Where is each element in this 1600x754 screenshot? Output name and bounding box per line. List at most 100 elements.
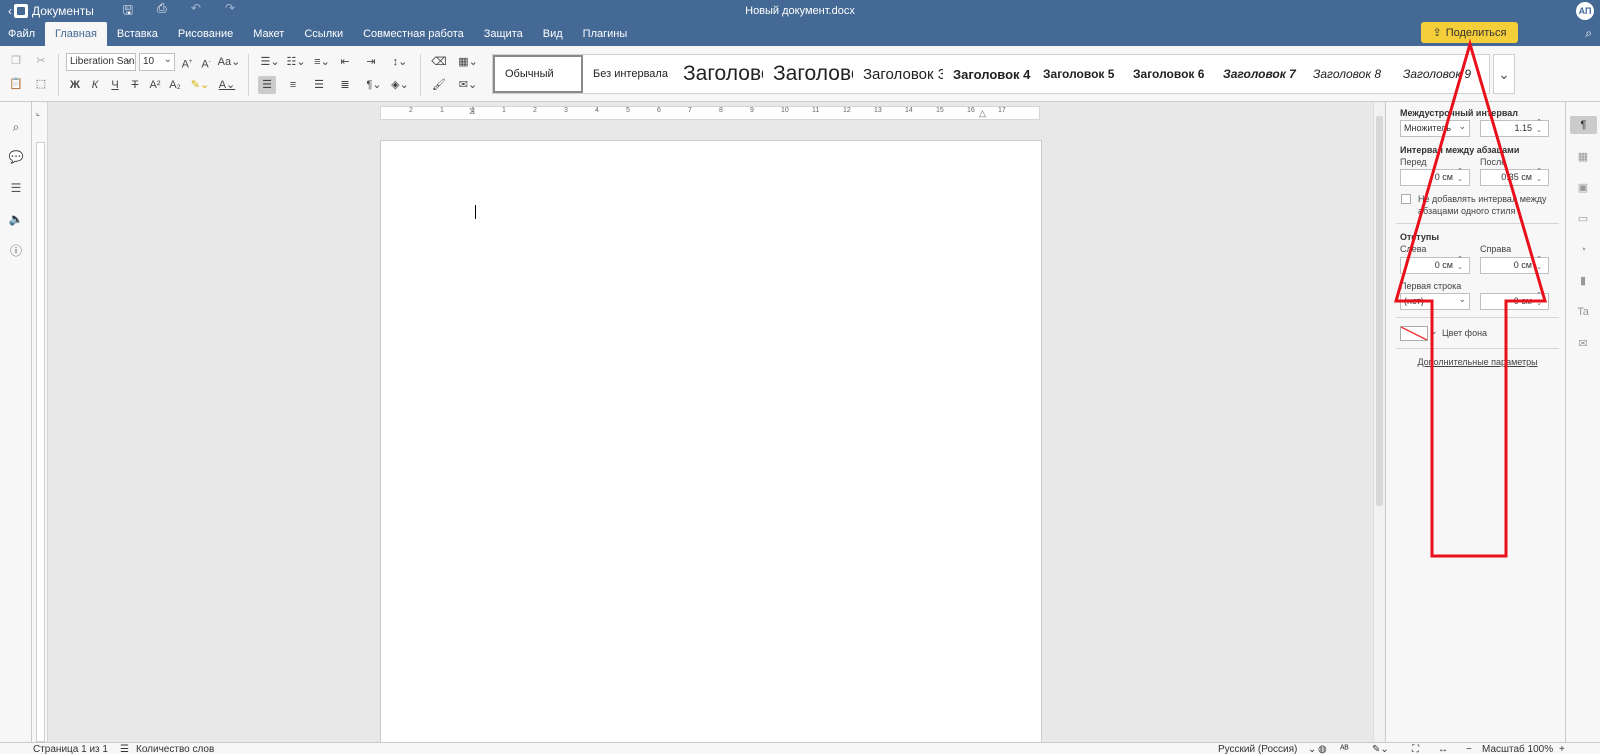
tab-references[interactable]: Ссылки [294, 22, 353, 46]
document-page[interactable] [380, 140, 1042, 742]
style-heading-6[interactable]: Заголовок 6 [1123, 55, 1213, 93]
style-heading-8[interactable]: Заголовок 8 [1303, 55, 1393, 93]
mail-merge-toolbar-icon[interactable]: ✉⌄ [456, 76, 480, 94]
word-count-icon[interactable]: ☰ [120, 744, 129, 754]
copy-icon[interactable]: ❐ [7, 52, 25, 70]
style-heading-4[interactable]: Заголовок 4 [943, 55, 1033, 93]
background-color-swatch[interactable] [1400, 326, 1428, 341]
bold-icon[interactable]: Ж [66, 76, 84, 94]
user-avatar[interactable]: АП [1576, 2, 1594, 20]
bullets-icon[interactable]: ☰⌄ [258, 53, 282, 71]
spacing-before-input[interactable]: 0 см [1400, 167, 1470, 186]
header-footer-icon[interactable]: ▭ [1574, 210, 1592, 228]
line-spacing-mode-select[interactable]: Множитель [1400, 119, 1470, 137]
paragraph-icon[interactable]: ¶ [1570, 116, 1597, 134]
app-brand[interactable]: ‹ Документы [8, 4, 94, 18]
tab-insert[interactable]: Вставка [107, 22, 168, 46]
image-icon[interactable]: ▣ [1574, 179, 1592, 197]
zoom-out-icon[interactable]: − [1466, 744, 1472, 754]
tab-layout[interactable]: Макет [243, 22, 294, 46]
line-spacing-value-input[interactable]: 1.15 [1480, 118, 1549, 137]
style-heading-5[interactable]: Заголовок 5 [1033, 55, 1123, 93]
spellcheck-icon[interactable]: ᴬᴮ [1340, 744, 1349, 754]
align-center-icon[interactable]: ≡ [284, 76, 302, 94]
navigation-icon[interactable]: ☰ [7, 179, 25, 197]
increase-indent-icon[interactable]: ⇥ [362, 53, 380, 71]
share-button[interactable]: ⇪ Поделиться [1421, 22, 1518, 43]
font-name-select[interactable]: Liberation Sans [66, 53, 136, 71]
color-scheme-icon[interactable]: ▦⌄ [456, 53, 480, 71]
font-color-icon[interactable]: A⌄ [215, 76, 239, 94]
copy-style-icon[interactable]: 🖌 [430, 76, 448, 94]
advanced-settings-link[interactable]: Дополнительные параметры [1396, 357, 1559, 367]
page-counter[interactable]: Страница 1 из 1 [33, 744, 108, 754]
print-icon[interactable]: ⎙ [154, 1, 170, 22]
paste-icon[interactable]: 📋 [7, 75, 25, 93]
underline-icon[interactable]: Ч [106, 76, 124, 94]
style-normal[interactable]: Обычный [493, 55, 583, 93]
save-icon[interactable]: 🖫 [120, 1, 136, 22]
tab-stop-selector-icon[interactable]: ⌞ [36, 108, 45, 117]
left-indent-marker-icon[interactable]: ⧖ [469, 106, 475, 117]
paragraph-marks-icon[interactable]: ¶⌄ [362, 76, 386, 94]
cut-icon[interactable]: ✂ [32, 52, 50, 70]
doc-language-icon[interactable]: ◍ [1318, 744, 1327, 754]
italic-icon[interactable]: К [86, 76, 104, 94]
zoom-level[interactable]: Масштаб 100% [1482, 744, 1553, 754]
styles-expand-icon[interactable]: ⌄ [1493, 54, 1515, 94]
font-size-select[interactable]: 10 [139, 53, 175, 71]
speech-icon[interactable]: 🔈 [7, 210, 25, 228]
indent-left-input[interactable]: 0 см [1400, 255, 1470, 274]
header-search-icon[interactable]: ⌕ [1585, 26, 1592, 41]
horizontal-ruler[interactable]: 2 1 1 1 2 3 4 5 6 7 8 9 10 11 12 13 14 15 16 17 ⧖ △ [380, 106, 1040, 120]
select-all-icon[interactable]: ⬚ [32, 75, 50, 93]
style-no-spacing[interactable]: Без интервала [583, 55, 673, 93]
change-case-icon[interactable]: Aa⌄ [217, 53, 241, 71]
background-color-dropdown-icon[interactable]: ⌄ [1430, 326, 1438, 337]
first-line-mode-select[interactable]: (нет) [1400, 292, 1470, 310]
undo-icon[interactable]: ↶ [188, 1, 204, 22]
shading-icon[interactable]: ◈⌄ [388, 76, 412, 94]
numbering-icon[interactable]: ☷⌄ [284, 53, 308, 71]
text-art-icon[interactable]: Ta [1574, 303, 1592, 321]
chart-icon[interactable]: ▮ [1574, 272, 1592, 290]
search-icon[interactable]: ⌕ [7, 118, 25, 136]
first-line-value-input[interactable]: 0 см [1480, 291, 1549, 310]
style-heading-2[interactable]: Заголовок 2 [763, 55, 853, 93]
tab-draw[interactable]: Рисование [168, 22, 243, 46]
style-heading-9[interactable]: Заголовок 9 [1393, 55, 1483, 93]
tab-home[interactable]: Главная [45, 22, 107, 46]
clear-style-icon[interactable]: ⌫ [430, 53, 448, 71]
language-dropdown-icon[interactable]: ⌄ [1308, 744, 1316, 754]
line-spacing-icon[interactable]: ↕⌄ [388, 53, 412, 71]
zoom-in-icon[interactable]: + [1559, 744, 1565, 754]
spacing-after-input[interactable]: 0.35 см [1480, 167, 1549, 186]
style-heading-3[interactable]: Заголовок 3 [853, 55, 943, 93]
indent-right-input[interactable]: 0 см [1480, 255, 1549, 274]
right-indent-marker-icon[interactable]: △ [979, 108, 986, 119]
strikethrough-icon[interactable]: Т [126, 76, 144, 94]
mail-merge-icon[interactable]: ✉ [1574, 335, 1592, 353]
redo-icon[interactable]: ↷ [222, 1, 238, 22]
tab-protection[interactable]: Защита [474, 22, 533, 46]
highlight-color-icon[interactable]: ✎⌄ [188, 76, 212, 94]
back-chevron-icon[interactable]: ‹ [8, 4, 12, 18]
style-heading-1[interactable]: Заголовок 1 [673, 55, 763, 93]
subscript-icon[interactable]: A₂ [166, 76, 184, 94]
info-icon[interactable]: ⓘ [7, 242, 25, 260]
align-left-icon[interactable]: ☰ [258, 76, 276, 94]
scrollbar-thumb[interactable] [1376, 116, 1383, 506]
justify-icon[interactable]: ≣ [336, 76, 354, 94]
font-grow-icon[interactable]: A+ [178, 53, 196, 71]
decrease-indent-icon[interactable]: ⇤ [336, 53, 354, 71]
language-select[interactable]: Русский (Россия) [1218, 744, 1297, 754]
vertical-scrollbar[interactable] [1373, 102, 1385, 742]
font-shrink-icon[interactable]: A- [197, 53, 215, 71]
fit-page-icon[interactable]: ⛶ [1412, 744, 1419, 754]
align-right-icon[interactable]: ☰ [310, 76, 328, 94]
shape-icon[interactable]: ◔ [1574, 241, 1592, 259]
tab-plugins[interactable]: Плагины [573, 22, 638, 46]
no-spacing-same-style-checkbox[interactable] [1401, 194, 1411, 204]
multilevel-list-icon[interactable]: ≡⌄ [310, 53, 334, 71]
tab-file[interactable]: Файл [0, 22, 45, 46]
